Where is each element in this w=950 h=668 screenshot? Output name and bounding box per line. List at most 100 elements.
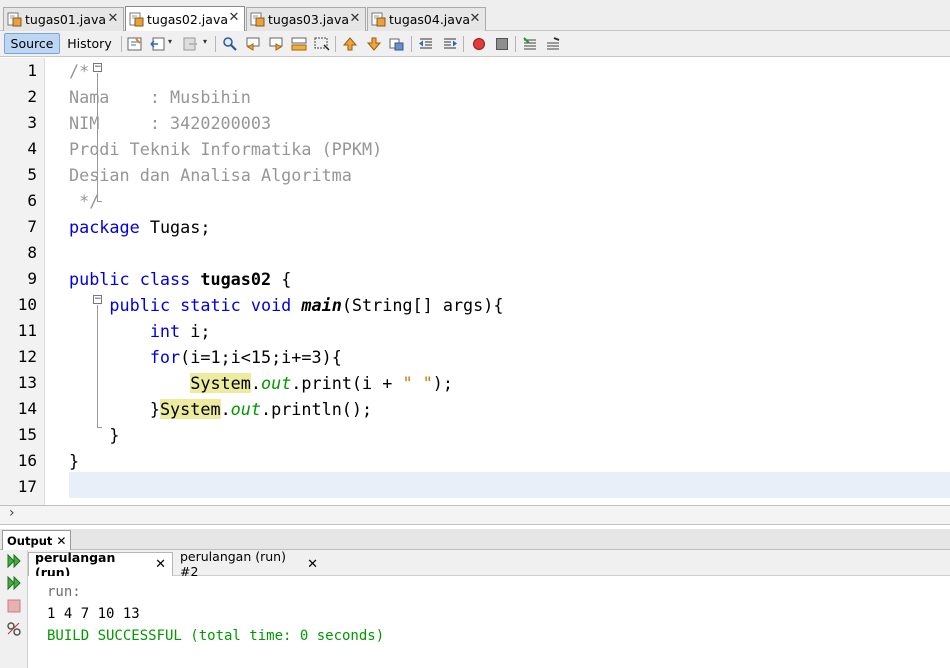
shift-right-icon[interactable] <box>442 36 458 52</box>
code-line-2: Nama : Musbihin <box>69 87 251 107</box>
line-number: 3 <box>27 113 37 132</box>
line-number: 4 <box>27 139 37 158</box>
output-console[interactable]: run: 1 4 7 10 13 BUILD SUCCESSFUL (total… <box>28 576 950 668</box>
output-action-bar <box>0 550 28 668</box>
editor-tab-bar: tugas01.java ✕ tugas02.java ✕ tugas03.ja… <box>0 0 950 32</box>
shift-left-icon[interactable] <box>418 36 434 52</box>
tab-label: tugas03.java <box>268 12 349 27</box>
method-name: main <box>301 295 342 315</box>
uncomment-icon[interactable] <box>545 36 561 52</box>
line-number: 14 <box>17 399 37 418</box>
tab-tugas01[interactable]: tugas01.java ✕ <box>3 7 124 31</box>
close-icon[interactable]: ✕ <box>469 11 481 26</box>
toolbar-separator <box>463 36 464 52</box>
tab-perulangan-run-2[interactable]: perulangan (run) #2 ✕ <box>174 549 324 579</box>
code-line-10: public static void main(String[] args){ <box>69 292 503 318</box>
code-text: .print(i + <box>291 373 403 393</box>
chevron-down-icon[interactable]: ▾ <box>203 37 207 46</box>
keyword: int <box>149 321 181 341</box>
close-icon[interactable]: ✕ <box>307 557 318 572</box>
fold-toggle-icon[interactable]: − <box>93 63 102 72</box>
line-number: 12 <box>17 347 37 366</box>
source-button[interactable]: Source <box>4 33 60 54</box>
tab-tugas02[interactable]: tugas02.java ✕ <box>125 6 245 32</box>
rerun-with-options-icon[interactable] <box>6 575 22 591</box>
fold-gutter: − − <box>45 58 102 505</box>
build-status: BUILD SUCCESSFUL (total time: 0 seconds) <box>47 628 385 644</box>
keyword: package <box>69 217 140 237</box>
toggle-rect-select-icon[interactable] <box>314 36 330 52</box>
toggle-bookmark-icon[interactable] <box>389 36 405 52</box>
code-line-6: */ <box>69 191 100 211</box>
code-line-5: Desian dan Analisa Algoritma <box>69 165 352 185</box>
comment-icon[interactable] <box>522 36 538 52</box>
code-text: Tugas; <box>139 217 211 237</box>
code-text: .println(); <box>260 399 373 419</box>
tab-perulangan-run[interactable]: perulangan (run) ✕ <box>28 550 173 580</box>
forward-icon[interactable] <box>183 36 199 52</box>
close-icon[interactable]: ✕ <box>155 557 166 572</box>
tab-tugas03[interactable]: tugas03.java ✕ <box>246 7 366 31</box>
line-number: 11 <box>17 321 37 340</box>
find-next-icon[interactable] <box>268 36 284 52</box>
next-bookmark-icon[interactable] <box>366 36 382 52</box>
code-text: (String[] args){ <box>341 295 504 315</box>
rerun-icon[interactable] <box>6 553 22 569</box>
close-icon[interactable]: ✕ <box>56 534 66 548</box>
static-field: out <box>230 399 261 419</box>
code-text: } <box>149 399 160 419</box>
output-panel-header: Output ✕ <box>0 529 950 550</box>
toggle-highlight-icon[interactable] <box>291 36 307 52</box>
code-line-11: int i; <box>69 318 211 344</box>
code-text: . <box>250 373 261 393</box>
toolbar-separator <box>215 36 216 52</box>
last-edit-icon[interactable] <box>127 36 143 52</box>
back-icon[interactable] <box>150 36 166 52</box>
tab-label: tugas02.java <box>147 12 228 27</box>
line-number: 1 <box>27 61 37 80</box>
output-window-tab[interactable]: Output ✕ <box>2 530 72 550</box>
close-icon[interactable]: ✕ <box>228 10 240 25</box>
java-file-icon <box>371 12 386 27</box>
line-number: 17 <box>17 477 37 496</box>
start-macro-icon[interactable] <box>471 36 487 52</box>
previous-bookmark-icon[interactable] <box>342 36 358 52</box>
line-number-gutter: 1 2 3 4 5 6 7 8 9 10 11 12 13 14 15 16 1… <box>0 58 45 505</box>
find-previous-icon[interactable] <box>245 36 261 52</box>
code-line-4: Prodi Teknik Informatika (PPKM) <box>69 139 383 159</box>
line-number: 2 <box>27 87 37 106</box>
toolbar-separator <box>411 36 412 52</box>
console-line: run: <box>47 584 81 600</box>
toolbar-separator <box>121 36 122 52</box>
expand-chevron-icon[interactable]: › <box>9 505 15 521</box>
editor-navigator-strip: › <box>0 505 950 525</box>
system-identifier: System <box>190 373 251 393</box>
java-file-icon <box>250 12 265 27</box>
history-button[interactable]: History <box>62 33 117 54</box>
line-number: 13 <box>17 373 37 392</box>
code-line-12: for(i=1;i<15;i+=3){ <box>69 344 342 370</box>
code-text: ); <box>432 373 453 393</box>
code-text: . <box>220 399 231 419</box>
current-line-highlight <box>69 472 950 498</box>
stop-icon[interactable] <box>7 599 21 613</box>
tab-tugas04[interactable]: tugas04.java ✕ <box>367 7 486 31</box>
close-icon[interactable]: ✕ <box>107 11 119 26</box>
code-line-13: System.out.print(i + " "); <box>69 370 453 396</box>
code-text: { <box>271 269 292 289</box>
code-line-15: } <box>69 422 119 448</box>
chevron-down-icon[interactable]: ▾ <box>168 37 172 46</box>
line-number: 7 <box>27 217 37 236</box>
code-line-3: NIM : 3420200003 <box>69 113 272 133</box>
line-number: 16 <box>17 451 37 470</box>
close-icon[interactable]: ✕ <box>349 11 361 26</box>
code-line-16: } <box>69 451 80 471</box>
stop-macro-icon[interactable] <box>494 36 510 52</box>
code-editor[interactable]: 1 2 3 4 5 6 7 8 9 10 11 12 13 14 15 16 1… <box>0 58 950 505</box>
line-number: 6 <box>27 191 37 210</box>
system-identifier: System <box>159 399 221 419</box>
settings-icon[interactable] <box>6 621 22 637</box>
subtab-label: perulangan (run) #2 <box>180 549 286 579</box>
line-number: 15 <box>17 425 37 444</box>
find-icon[interactable] <box>222 36 238 52</box>
